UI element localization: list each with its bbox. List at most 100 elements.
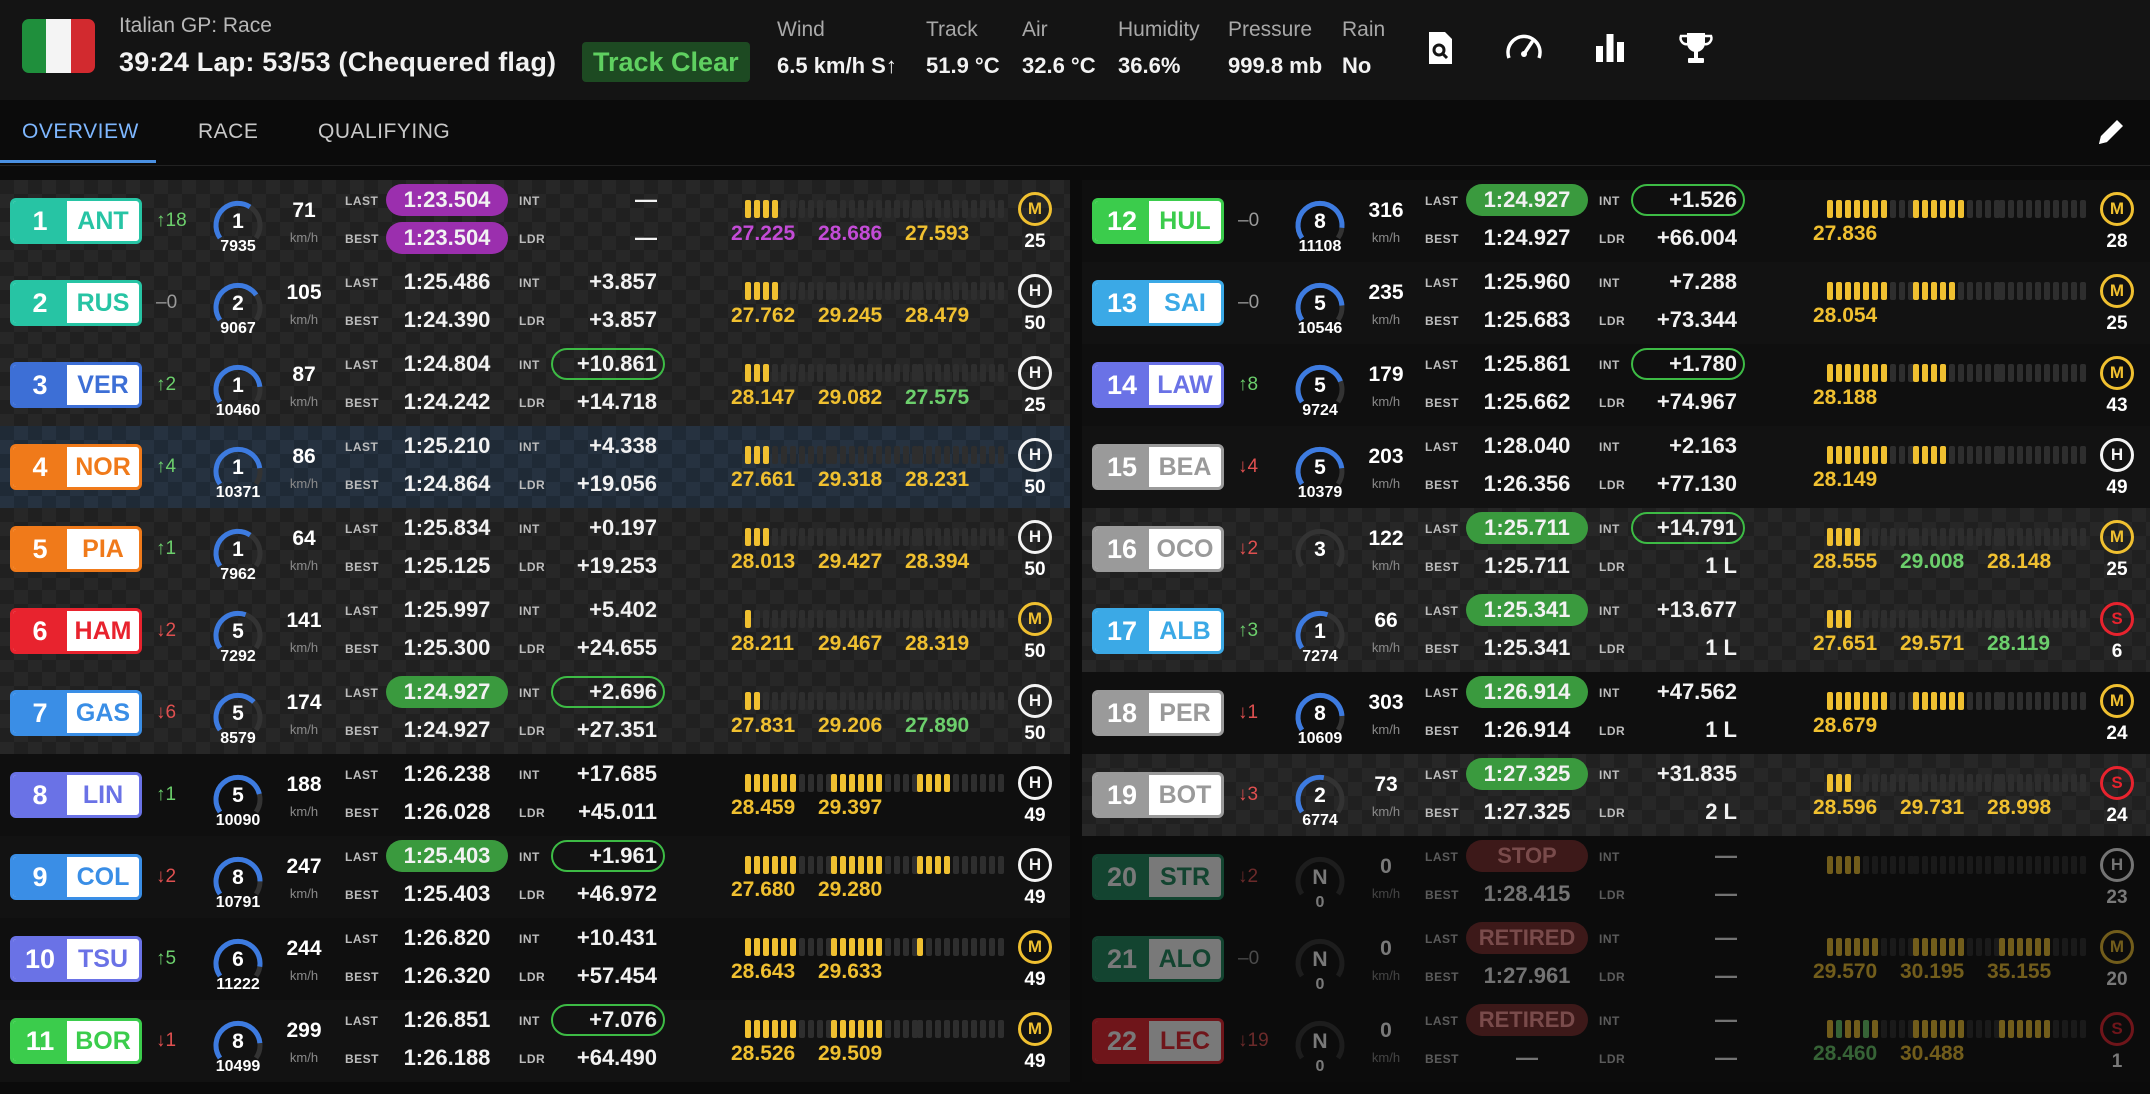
mini-sector-segment bbox=[1958, 282, 1964, 300]
driver-row[interactable]: 2 RUS –0 2 9067 105 km/h LAST BEST 1:25.486 1:24.3… bbox=[0, 262, 1070, 344]
speed-unit: km/h bbox=[289, 312, 319, 327]
mini-sector-segment bbox=[1940, 200, 1946, 218]
mini-sector-segment bbox=[926, 446, 932, 464]
position-badge: 9 COL bbox=[10, 854, 142, 900]
tab-race[interactable]: RACE bbox=[198, 120, 258, 144]
mini-sector-segment bbox=[1967, 528, 1973, 546]
driver-row[interactable]: 8 LIN ↑1 5 10090 188 km/h LAST BEST 1:26.238 1:26.… bbox=[0, 754, 1070, 836]
leader-label: LDR bbox=[519, 724, 546, 738]
driver-row[interactable]: 16 OCO ↓2 3 122 km/h LAST BEST 1:25.711 1:25.711 I… bbox=[1082, 508, 2150, 590]
mini-sector-segment bbox=[1827, 446, 1833, 464]
tyre-compound-icon: S bbox=[2100, 766, 2134, 800]
leader-gap: +45.011 bbox=[578, 799, 657, 824]
mini-sector-segment bbox=[1913, 1020, 1919, 1038]
mini-sector-segment bbox=[799, 200, 805, 218]
mini-sector-segment bbox=[926, 610, 932, 628]
mini-sector-segment bbox=[2017, 528, 2023, 546]
mini-sector-segment bbox=[894, 610, 900, 628]
mini-sector-segment bbox=[781, 610, 787, 628]
mini-sector-segment bbox=[1863, 528, 1869, 546]
mini-sector-segment bbox=[2008, 446, 2014, 464]
mini-sector-segment bbox=[799, 610, 805, 628]
driver-row[interactable]: 14 LAW ↑8 5 9724 179 km/h LAST BEST 1:25.861 1:25.… bbox=[1082, 344, 2150, 426]
trophy-icon[interactable] bbox=[1676, 28, 1716, 68]
mini-sector-segment bbox=[754, 200, 760, 218]
mini-sector-segment bbox=[894, 1020, 900, 1038]
mini-sector-segment bbox=[903, 282, 909, 300]
mini-sector-segment bbox=[1967, 692, 1973, 710]
mini-sector-segment bbox=[2062, 282, 2068, 300]
mini-sector-segment bbox=[1949, 200, 1955, 218]
sector-time: 27.661 bbox=[731, 468, 796, 491]
tyre-compound-icon: M bbox=[1018, 930, 1052, 964]
driver-row[interactable]: 4 NOR ↑4 1 10371 86 km/h LAST BEST 1:25.210 1:24.8… bbox=[0, 426, 1070, 508]
mini-sector-segment bbox=[1949, 856, 1955, 874]
driver-row[interactable]: 21 ALO –0 N 0 0 km/h LAST BEST RETIRED 1:27.961 INT… bbox=[1082, 918, 2150, 1000]
mini-sector-segment bbox=[817, 1020, 823, 1038]
sector-time: 29.427 bbox=[818, 550, 883, 573]
bar-chart-icon[interactable] bbox=[1590, 28, 1630, 68]
mini-sectors bbox=[745, 856, 1005, 876]
speed-unit: km/h bbox=[289, 640, 319, 655]
best-label: BEST bbox=[345, 806, 380, 820]
interval-label: INT bbox=[1599, 522, 1620, 536]
last-lap-time: RETIRED bbox=[1466, 922, 1588, 954]
mini-sector-segment bbox=[754, 446, 760, 464]
tyre-laps: 49 bbox=[1024, 969, 1046, 990]
mini-sector-segment bbox=[763, 774, 769, 792]
mini-sector-segment bbox=[980, 282, 986, 300]
mini-sector-segment bbox=[1922, 856, 1928, 874]
driver-row[interactable]: 11 BOR ↓1 8 10499 299 km/h LAST BEST 1:26.851 1:26… bbox=[0, 1000, 1070, 1082]
mini-sector-segment bbox=[1899, 282, 1905, 300]
mini-sector-segment bbox=[1967, 446, 1973, 464]
best-label: BEST bbox=[1425, 888, 1460, 902]
leader-label: LDR bbox=[1599, 724, 1626, 738]
mini-sector-segment bbox=[745, 446, 751, 464]
tab-overview[interactable]: OVERVIEW bbox=[22, 120, 139, 144]
driver-row[interactable]: 10 TSU ↑5 6 11222 244 km/h LAST BEST 1:26.820 1:26… bbox=[0, 918, 1070, 1000]
driver-row[interactable]: 18 PER ↓1 8 10609 303 km/h LAST BEST 1:26.914 1:26… bbox=[1082, 672, 2150, 754]
driver-row[interactable]: 15 BEA ↓4 5 10379 203 km/h LAST BEST 1:28.040 1:26… bbox=[1082, 426, 2150, 508]
driver-row[interactable]: 17 ALB ↑3 1 7274 66 km/h LAST BEST 1:25.341 1:25.3… bbox=[1082, 590, 2150, 672]
best-lap-time: 1:24.927 bbox=[403, 717, 491, 742]
speed-value: 235 bbox=[1368, 281, 1404, 304]
gear-number: 8 bbox=[232, 1030, 244, 1053]
mini-sector-segment bbox=[980, 200, 986, 218]
driver-row[interactable]: 13 SAI –0 5 10546 235 km/h LAST BEST 1:25.960 1:25… bbox=[1082, 262, 2150, 344]
mini-sector-segment bbox=[1890, 774, 1896, 792]
driver-row[interactable]: 6 HAM ↓2 5 7292 141 km/h LAST BEST 1:25.997 1:25.3… bbox=[0, 590, 1070, 672]
leader-gap: — bbox=[1715, 1045, 1737, 1070]
driver-row[interactable]: 12 HUL –0 8 11108 316 km/h LAST BEST 1:24.927 1:24… bbox=[1082, 180, 2150, 262]
mini-sector-segment bbox=[894, 528, 900, 546]
driver-row[interactable]: 9 COL ↓2 8 10791 247 km/h LAST BEST 1:25.403 1:25.… bbox=[0, 836, 1070, 918]
speed-value: 174 bbox=[286, 691, 322, 714]
mini-sector-segment bbox=[885, 610, 891, 628]
driver-row[interactable]: 1 ANT ↑18 1 7935 71 km/h LAST BEST 1:23.504 1:23.5… bbox=[0, 180, 1070, 262]
speedometer-icon[interactable] bbox=[1504, 28, 1544, 68]
driver-row[interactable]: 20 STR ↓2 N 0 0 km/h LAST BEST STOP 1:28.415 INT LDR… bbox=[1082, 836, 2150, 918]
mini-sector-segment bbox=[876, 364, 882, 382]
driver-row[interactable]: 5 PIA ↑1 1 7962 64 km/h LAST BEST 1:25.834 1:25.12… bbox=[0, 508, 1070, 590]
driver-row[interactable]: 22 LEC ↓19 N 0 0 km/h LAST BEST RETIRED — INT LDR — — 2… bbox=[1082, 1000, 2150, 1082]
driver-row[interactable]: 7 GAS ↓6 5 8579 174 km/h LAST BEST 1:24.927 1:24.9… bbox=[0, 672, 1070, 754]
mini-sector-segment bbox=[917, 692, 923, 710]
driver-row[interactable]: 19 BOT ↓3 2 6774 73 km/h LAST BEST 1:27.325 1:27.3… bbox=[1082, 754, 2150, 836]
mini-sector-segment bbox=[745, 200, 751, 218]
leader-label: LDR bbox=[519, 970, 546, 984]
sector-time: 29.318 bbox=[818, 468, 883, 491]
mini-sector-segment bbox=[2071, 610, 2077, 628]
driver-row[interactable]: 3 VER ↑2 1 10460 87 km/h LAST BEST 1:24.804 1:24.2… bbox=[0, 344, 1070, 426]
tab-qualifying[interactable]: QUALIFYING bbox=[318, 120, 450, 144]
gear-number: 8 bbox=[1314, 702, 1326, 725]
last-lap-time: 1:25.861 bbox=[1483, 351, 1571, 376]
mini-sector-segment bbox=[1999, 1020, 2005, 1038]
mini-sector-segment bbox=[849, 1020, 855, 1038]
mini-sector-segment bbox=[989, 610, 995, 628]
best-label: BEST bbox=[345, 478, 380, 492]
mini-sector-segment bbox=[2017, 692, 2023, 710]
mini-sector-segment bbox=[1940, 610, 1946, 628]
search-document-icon[interactable] bbox=[1420, 28, 1460, 68]
mini-sector-segment bbox=[903, 446, 909, 464]
edit-pencil-icon[interactable] bbox=[2094, 115, 2128, 149]
mini-sector-segment bbox=[1881, 200, 1887, 218]
